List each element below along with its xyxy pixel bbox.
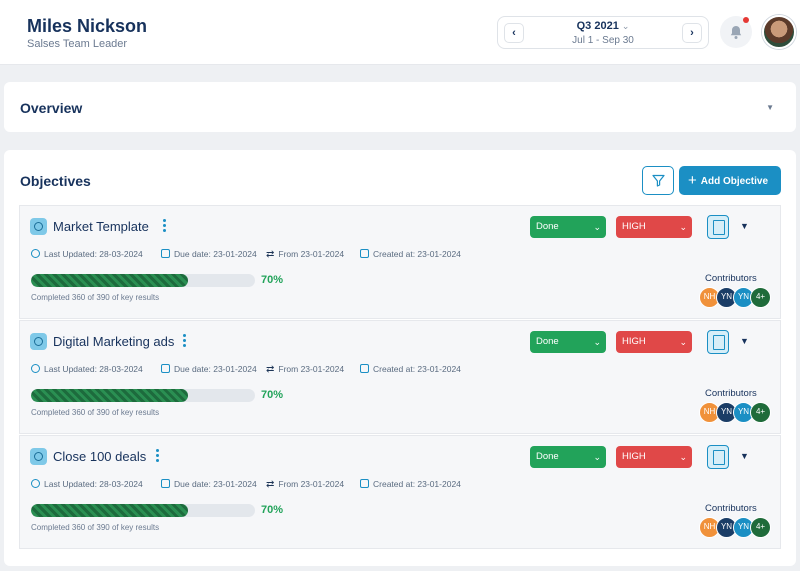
calendar-icon [161, 249, 170, 258]
refresh-icon [31, 364, 40, 373]
objective-row[interactable]: Market Template Last Updated: 28-03-2024 D… [19, 205, 781, 319]
filter-button[interactable] [642, 166, 674, 195]
from-date: ⇄ From 23-01-2024 [266, 479, 345, 490]
swap-icon: ⇄ [266, 249, 275, 260]
bell-icon [730, 26, 742, 39]
filter-icon [652, 174, 665, 187]
objective-row[interactable]: Digital Marketing ads Last Updated: 28-03… [19, 320, 781, 434]
document-button[interactable] [707, 445, 729, 469]
progress-fill [31, 274, 188, 287]
more-options-icon[interactable] [155, 449, 161, 465]
created-date: Created at: 23-01-2024 [360, 479, 461, 489]
swap-icon: ⇄ [266, 479, 275, 490]
user-name: Miles Nickson [27, 16, 148, 36]
chevron-down-icon: ⌄ [593, 337, 601, 347]
progress-percent: 70% [261, 274, 284, 286]
objective-title[interactable]: Digital Marketing ads [53, 334, 174, 349]
from-date: ⇄ From 23-01-2024 [266, 249, 345, 260]
priority-dropdown[interactable]: HIGH ⌄ [616, 216, 692, 238]
due-date: Due date: 23-01-2024 [161, 364, 257, 374]
document-button[interactable] [707, 215, 729, 239]
notification-dot [743, 17, 749, 23]
due-date: Due date: 23-01-2024 [161, 479, 257, 489]
progress-bar [31, 274, 255, 287]
calendar-icon [161, 364, 170, 373]
target-icon [30, 333, 47, 350]
created-date: Created at: 23-01-2024 [360, 249, 461, 259]
expand-caret-icon[interactable]: ▼ [740, 221, 749, 231]
created-date: Created at: 23-01-2024 [360, 364, 461, 374]
user-role: Salses Team Leader [27, 38, 128, 50]
progress-fill [31, 389, 188, 402]
progress-bar [31, 389, 255, 402]
objective-title[interactable]: Market Template [53, 219, 149, 234]
objective-row[interactable]: Close 100 deals Last Updated: 28-03-2024 D… [19, 435, 781, 549]
overview-section[interactable]: Overview ▼ [4, 82, 796, 132]
more-options-icon[interactable] [162, 219, 168, 235]
last-updated: Last Updated: 28-03-2024 [31, 364, 143, 374]
period-range: Jul 1 - Sep 30 [572, 35, 634, 46]
caret-down-icon[interactable]: ▼ [766, 103, 774, 112]
plus-icon: + [688, 172, 697, 189]
due-date: Due date: 23-01-2024 [161, 249, 257, 259]
calendar-icon [161, 479, 170, 488]
document-button[interactable] [707, 330, 729, 354]
expand-caret-icon[interactable]: ▼ [740, 336, 749, 346]
chevron-down-icon: ⌄ [621, 21, 630, 31]
key-results-text: Completed 360 of 390 of key results [31, 408, 160, 417]
status-dropdown[interactable]: Done ⌄ [530, 216, 606, 238]
contributor-avatar[interactable]: 4+ [750, 402, 771, 423]
contributors-label: Contributors [705, 273, 757, 284]
last-updated: Last Updated: 28-03-2024 [31, 479, 143, 489]
contributor-avatar[interactable]: 4+ [750, 517, 771, 538]
period-selector[interactable]: ‹ Q3 2021 ⌄ Jul 1 - Sep 30 › [497, 16, 709, 49]
chevron-down-icon: ⌄ [593, 452, 601, 462]
last-updated: Last Updated: 28-03-2024 [31, 249, 143, 259]
chevron-right-icon[interactable]: › [682, 23, 702, 43]
status-dropdown[interactable]: Done ⌄ [530, 331, 606, 353]
target-icon [30, 448, 47, 465]
key-results-text: Completed 360 of 390 of key results [31, 293, 160, 302]
priority-dropdown[interactable]: HIGH ⌄ [616, 446, 692, 468]
objective-title[interactable]: Close 100 deals [53, 449, 146, 464]
from-date: ⇄ From 23-01-2024 [266, 364, 345, 375]
target-icon [30, 218, 47, 235]
refresh-icon [31, 249, 40, 258]
calendar-icon [360, 479, 369, 488]
calendar-icon [360, 364, 369, 373]
chevron-down-icon: ⌄ [679, 337, 687, 347]
key-results-text: Completed 360 of 390 of key results [31, 523, 160, 532]
swap-icon: ⇄ [266, 364, 275, 375]
progress-bar [31, 504, 255, 517]
refresh-icon [31, 479, 40, 488]
progress-percent: 70% [261, 389, 284, 401]
priority-dropdown[interactable]: HIGH ⌄ [616, 331, 692, 353]
chevron-down-icon: ⌄ [679, 222, 687, 232]
objectives-title: Objectives [20, 173, 91, 189]
top-bar: Miles Nickson Salses Team Leader ‹ Q3 20… [0, 0, 800, 65]
contributor-avatar[interactable]: 4+ [750, 287, 771, 308]
expand-caret-icon[interactable]: ▼ [740, 451, 749, 461]
more-options-icon[interactable] [182, 334, 188, 350]
avatar[interactable] [762, 15, 796, 49]
period-quarter[interactable]: Q3 2021 ⌄ [498, 20, 708, 32]
contributors-label: Contributors [705, 503, 757, 514]
chevron-down-icon: ⌄ [679, 452, 687, 462]
chevron-down-icon: ⌄ [593, 222, 601, 232]
progress-fill [31, 504, 188, 517]
add-objective-button[interactable]: + Add Objective [679, 166, 781, 195]
status-dropdown[interactable]: Done ⌄ [530, 446, 606, 468]
calendar-icon [360, 249, 369, 258]
progress-percent: 70% [261, 504, 284, 516]
overview-title: Overview [20, 100, 83, 116]
contributors-label: Contributors [705, 388, 757, 399]
